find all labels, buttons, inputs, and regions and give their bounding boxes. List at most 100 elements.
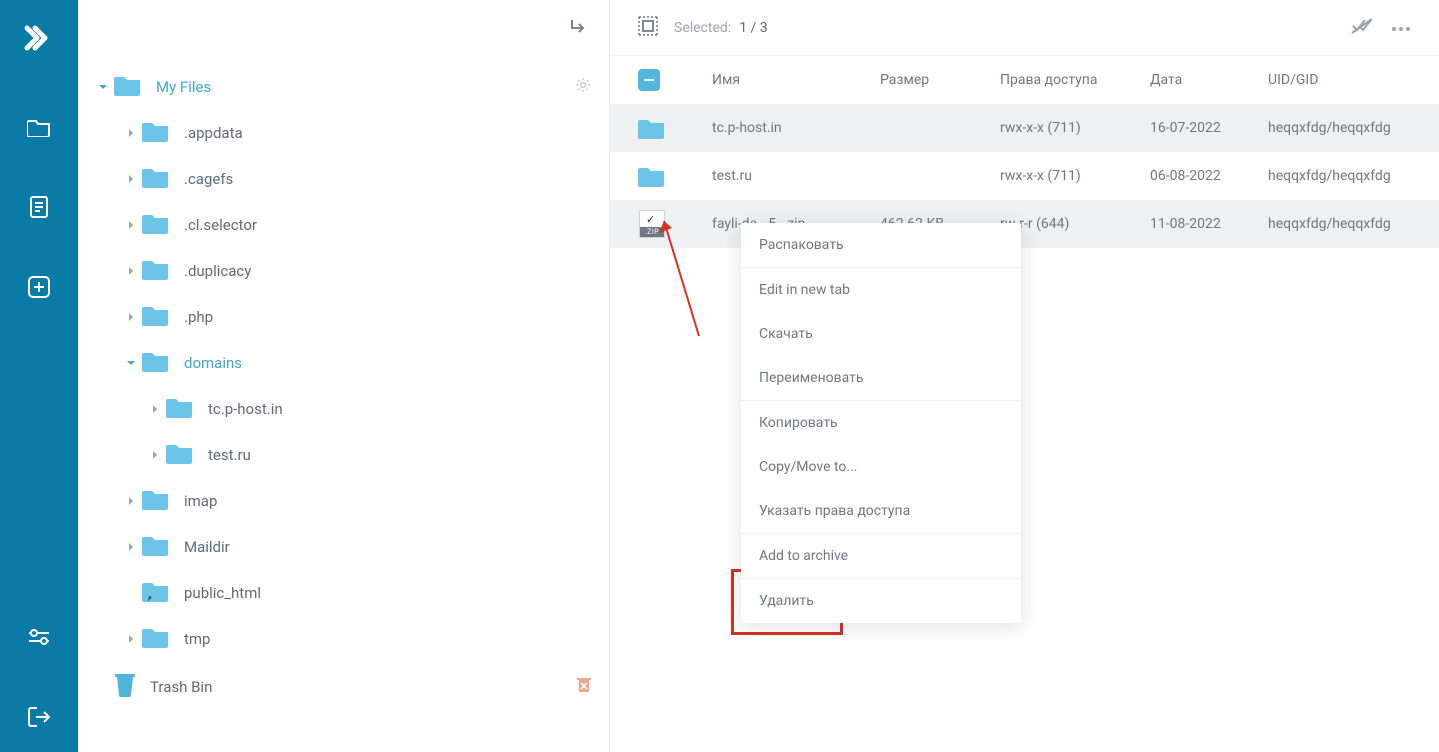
folder-icon (142, 119, 170, 147)
tree-root[interactable]: My Files (90, 64, 597, 110)
col-header-perm[interactable]: Права доступа (1000, 72, 1150, 88)
chevron-right-icon[interactable] (124, 542, 138, 552)
context-menu-item[interactable]: Скачать (741, 312, 1021, 356)
folder-icon (638, 114, 666, 142)
chevron-right-icon[interactable] (124, 128, 138, 138)
tree-folder-label: domains (184, 354, 242, 372)
chevron-down-icon[interactable] (124, 358, 138, 368)
cell-uid: heqqxfdg/heqqxfdg (1268, 168, 1439, 184)
tree-folder-label: tmp (184, 630, 210, 648)
context-menu-item[interactable]: Copy/Move to... (741, 445, 1021, 489)
cell-uid: heqqxfdg/heqqxfdg (1268, 120, 1439, 136)
cell-date: 11-08-2022 (1150, 216, 1268, 232)
tree-folder[interactable]: tmp (90, 616, 597, 662)
chevron-right-icon[interactable] (148, 404, 162, 414)
tree-folder[interactable]: test.ru (90, 432, 597, 478)
select-all-icon[interactable] (638, 16, 658, 40)
content-panel: Selected: 1 / 3 Имя Размер Права доступа… (610, 0, 1439, 752)
deselect-icon[interactable] (1351, 17, 1373, 39)
chevron-right-icon[interactable] (124, 266, 138, 276)
tree-folder[interactable]: .php (90, 294, 597, 340)
chevron-right-icon[interactable] (124, 220, 138, 230)
tree-folder-label: .cl.selector (184, 216, 257, 234)
cell-date: 06-08-2022 (1150, 168, 1268, 184)
gear-icon[interactable] (575, 77, 591, 97)
chevron-right-icon[interactable] (148, 450, 162, 460)
col-header-name[interactable]: Имя (712, 72, 880, 88)
folder-icon (142, 211, 170, 239)
tree-folder-label: .duplicacy (184, 262, 251, 280)
tree-folder-label: Maildir (184, 538, 230, 556)
context-menu-item[interactable]: Edit in new tab (741, 268, 1021, 312)
file-table: Имя Размер Права доступа Дата UID/GID tc… (610, 56, 1439, 752)
tree-header (78, 0, 609, 56)
chevron-right-icon[interactable] (124, 312, 138, 322)
tree-trash-label: Trash Bin (150, 678, 212, 696)
tree-folder-label: .php (184, 308, 213, 326)
tree-folder-label: .cagefs (184, 170, 233, 188)
cell-perm: rwx-x-x (711) (1000, 120, 1150, 136)
folder-icon (142, 349, 170, 377)
table-row[interactable]: test.ru rwx-x-x (711) 06-08-2022 heqqxfd… (610, 152, 1439, 200)
tree-root-label: My Files (156, 78, 211, 96)
cell-date: 16-07-2022 (1150, 120, 1268, 136)
tree-body: My Files .appdata .cagefs .cl.selector .dup… (78, 56, 609, 752)
zip-file-icon: ✓.ZIP (638, 210, 666, 238)
more-icon[interactable] (1391, 20, 1411, 36)
cell-uid: heqqxfdg/heqqxfdg (1268, 216, 1439, 232)
nav-logout-icon[interactable] (22, 700, 56, 734)
context-menu-item[interactable]: Распаковать (741, 223, 1021, 267)
tree-folder[interactable]: tc.p-host.in (90, 386, 597, 432)
table-header: Имя Размер Права доступа Дата UID/GID (610, 56, 1439, 104)
tree-folder-label: tc.p-host.in (208, 400, 283, 418)
col-header-size[interactable]: Размер (880, 72, 1000, 88)
tree-folder-label: test.ru (208, 446, 251, 464)
table-row[interactable]: ✓.ZIP fayli-da...5...zip 462.62 KB rw-r-… (610, 200, 1439, 248)
cell-perm: rwx-x-x (711) (1000, 168, 1150, 184)
tree-folder[interactable]: domains (90, 340, 597, 386)
tree-panel: My Files .appdata .cagefs .cl.selector .dup… (78, 0, 610, 752)
folder-icon (142, 533, 170, 561)
folder-icon (142, 625, 170, 653)
context-menu-item[interactable]: Удалить (741, 579, 1021, 623)
tree-folder[interactable]: .duplicacy (90, 248, 597, 294)
nav-add-icon[interactable] (22, 270, 56, 304)
folder-icon (114, 73, 142, 101)
cell-name: tc.p-host.in (712, 120, 880, 136)
tree-folder[interactable]: .appdata (90, 110, 597, 156)
tree-folder[interactable]: Maildir (90, 524, 597, 570)
chevron-right-icon[interactable] (124, 174, 138, 184)
col-header-uid[interactable]: UID/GID (1268, 72, 1439, 88)
enter-icon[interactable] (569, 18, 587, 38)
folder-icon (142, 165, 170, 193)
nav-files-icon[interactable] (22, 110, 56, 144)
tree-folder[interactable]: imap (90, 478, 597, 524)
trash-icon (114, 672, 136, 702)
select-all-checkbox[interactable] (638, 69, 660, 91)
tree-folder[interactable]: public_html (90, 570, 597, 616)
tree-trash[interactable]: Trash Bin (90, 664, 597, 710)
table-row[interactable]: tc.p-host.in rwx-x-x (711) 16-07-2022 he… (610, 104, 1439, 152)
context-menu-item[interactable]: Указать права доступа (741, 489, 1021, 533)
delete-icon[interactable] (577, 677, 591, 697)
tree-folder[interactable]: .cl.selector (90, 202, 597, 248)
nav-document-icon[interactable] (22, 190, 56, 224)
selected-label: Selected: (674, 20, 731, 36)
nav-rail (0, 0, 78, 752)
folder-icon (142, 487, 170, 515)
context-menu-item[interactable]: Переименовать (741, 356, 1021, 400)
nav-settings-icon[interactable] (22, 620, 56, 654)
context-menu-item[interactable]: Add to archive (741, 534, 1021, 578)
folder-icon (142, 303, 170, 331)
folder-icon (142, 257, 170, 285)
col-header-date[interactable]: Дата (1150, 72, 1268, 88)
chevron-right-icon[interactable] (124, 496, 138, 506)
chevron-right-icon[interactable] (124, 634, 138, 644)
chevron-down-icon[interactable] (96, 82, 110, 92)
toolbar: Selected: 1 / 3 (610, 0, 1439, 56)
tree-folder[interactable]: .cagefs (90, 156, 597, 202)
context-menu-item[interactable]: Копировать (741, 401, 1021, 445)
cell-name: test.ru (712, 168, 880, 184)
folder-icon (166, 441, 194, 469)
folder-icon (638, 162, 666, 190)
